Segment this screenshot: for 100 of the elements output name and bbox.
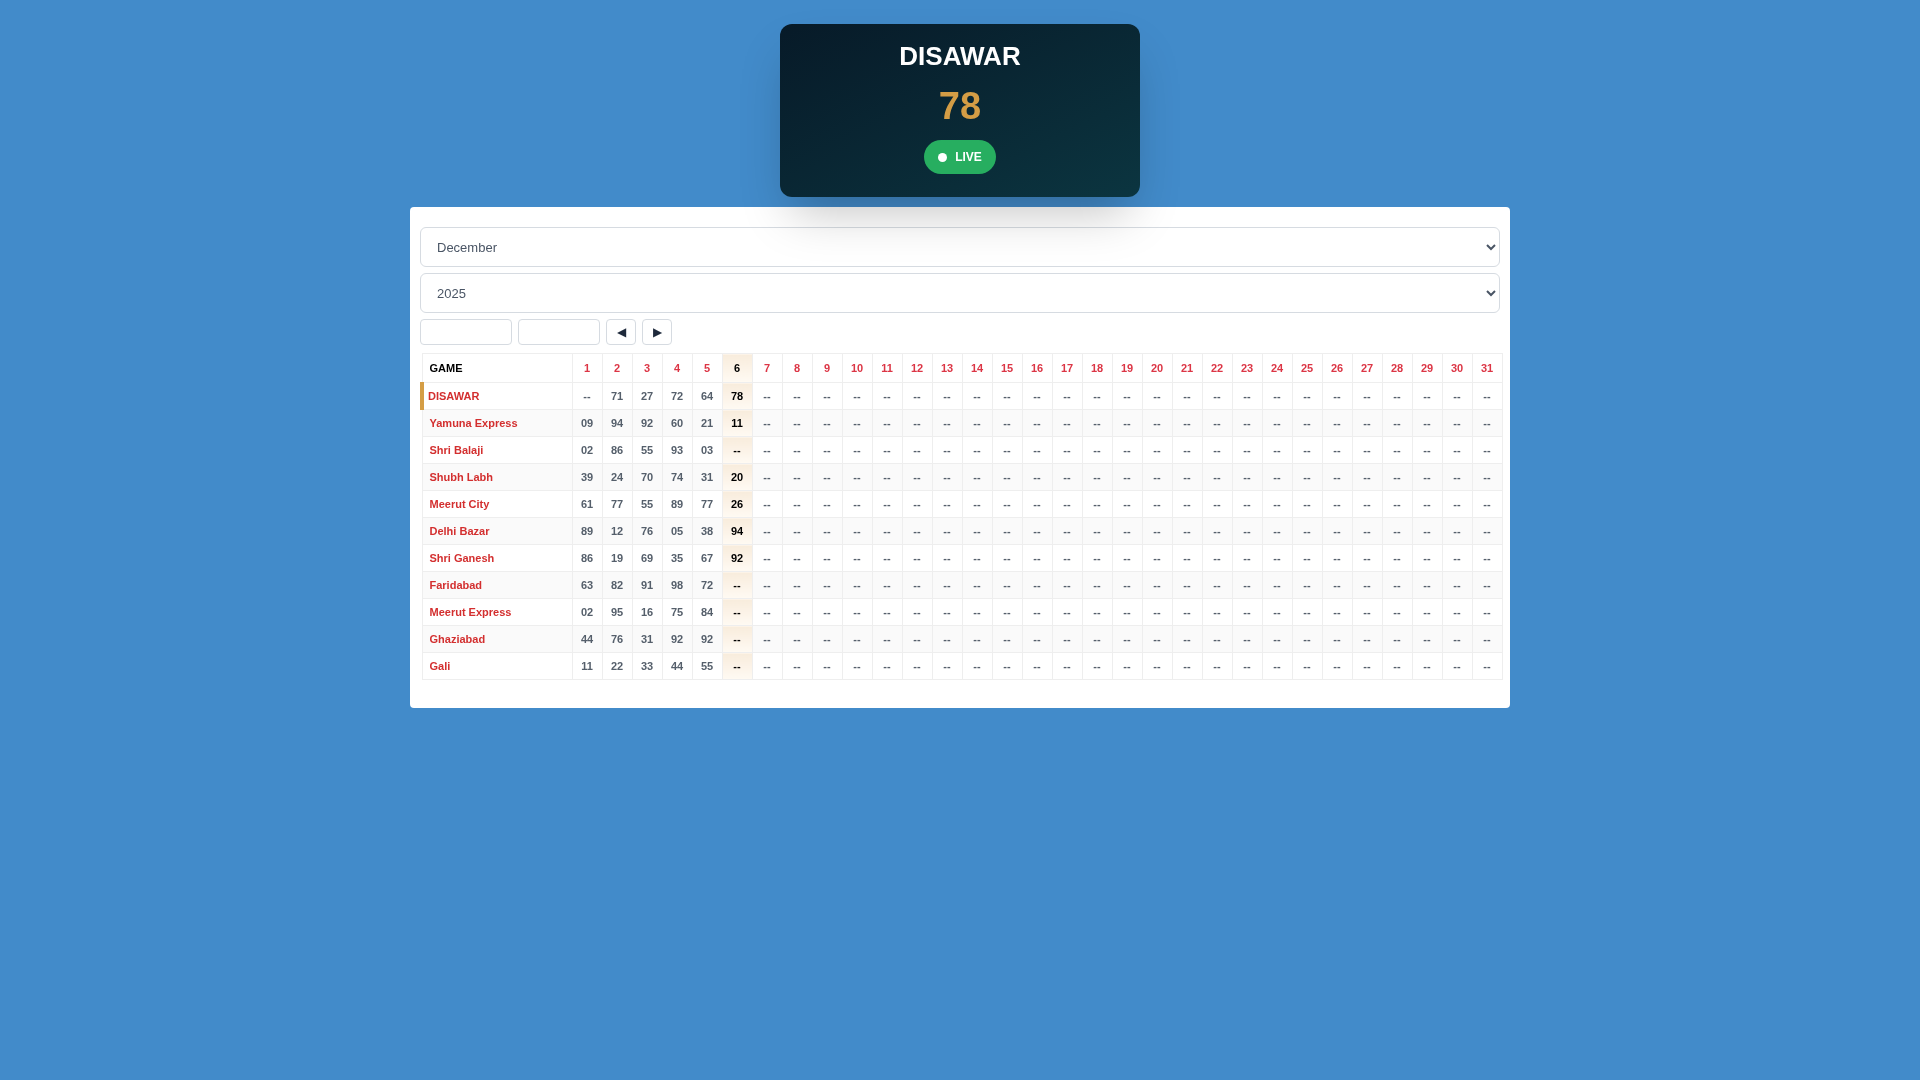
result-cell: -- [812, 598, 842, 626]
game-name: Shubh Labh [422, 463, 572, 491]
result-cell: 22 [602, 652, 632, 680]
result-cell: -- [992, 544, 1022, 572]
result-cell: -- [1112, 544, 1142, 572]
result-cell: -- [1292, 544, 1322, 572]
input-field[interactable] [420, 319, 512, 345]
result-cell: -- [1322, 544, 1352, 572]
result-cell: -- [1472, 625, 1502, 653]
result-cell: -- [1082, 544, 1112, 572]
result-cell: 92 [632, 409, 662, 437]
result-cell: -- [1172, 409, 1202, 437]
result-cell: 12 [602, 517, 632, 545]
result-cell: -- [1082, 625, 1112, 653]
result-cell: -- [1172, 463, 1202, 491]
result-cell: -- [1382, 409, 1412, 437]
result-cell: -- [1412, 625, 1442, 653]
result-cell: -- [1292, 436, 1322, 464]
result-cell: -- [1232, 382, 1262, 410]
result-cell: -- [1292, 517, 1322, 545]
day-header: 13 [932, 353, 962, 383]
result-cell: -- [1352, 598, 1382, 626]
result-cell: -- [872, 490, 902, 518]
result-cell: -- [752, 382, 782, 410]
result-cell: -- [752, 598, 782, 626]
result-cell: -- [992, 382, 1022, 410]
result-cell: -- [1172, 571, 1202, 599]
result-cell: 67 [692, 544, 722, 572]
result-cell: -- [842, 490, 872, 518]
result-cell: -- [1052, 463, 1082, 491]
result-cell: -- [1202, 571, 1232, 599]
result-cell: -- [932, 625, 962, 653]
game-name: Meerut City [422, 490, 572, 518]
result-cell: 55 [692, 652, 722, 680]
result-cell: 71 [602, 382, 632, 410]
result-cell: 76 [602, 625, 632, 653]
result-cell: 89 [572, 517, 602, 545]
result-cell: 63 [572, 571, 602, 599]
result-cell: 89 [662, 490, 692, 518]
result-cell: -- [962, 436, 992, 464]
day-header: 15 [992, 353, 1022, 383]
result-cell: -- [1472, 544, 1502, 572]
result-cell: -- [1412, 463, 1442, 491]
result-cell: -- [1322, 571, 1352, 599]
result-cell: -- [1352, 409, 1382, 437]
result-cell: -- [1472, 436, 1502, 464]
result-cell: -- [1142, 517, 1172, 545]
result-cell: -- [902, 463, 932, 491]
result-cell: -- [932, 652, 962, 680]
result-cell: -- [1322, 625, 1352, 653]
year-select[interactable]: 2025 [420, 273, 1500, 313]
result-cell: -- [1052, 598, 1082, 626]
result-cell: -- [1142, 571, 1172, 599]
result-cell: -- [1442, 436, 1472, 464]
result-cell: 24 [602, 463, 632, 491]
result-cell: 70 [632, 463, 662, 491]
result-cell: -- [842, 463, 872, 491]
result-cell: 69 [632, 544, 662, 572]
result-cell: -- [1412, 544, 1442, 572]
result-cell: -- [1352, 490, 1382, 518]
result-cell: -- [1112, 409, 1142, 437]
result-cell: -- [1082, 598, 1112, 626]
previous-button[interactable]: ◀ [606, 319, 636, 345]
result-cell: -- [1262, 544, 1292, 572]
result-cell: -- [812, 490, 842, 518]
result-cell: -- [1022, 382, 1052, 410]
result-cell: -- [1142, 463, 1172, 491]
day-header: 19 [1112, 353, 1142, 383]
result-cell: -- [1322, 463, 1352, 491]
result-cell: -- [842, 517, 872, 545]
month-select[interactable]: December [420, 227, 1500, 267]
result-cell: -- [1442, 625, 1472, 653]
result-cell: -- [1202, 544, 1232, 572]
day-header: 3 [632, 353, 662, 383]
result-cell: -- [1172, 598, 1202, 626]
result-cell: -- [1142, 382, 1172, 410]
result-cell: -- [1382, 436, 1412, 464]
result-cell: -- [1112, 436, 1142, 464]
result-cell: 19 [602, 544, 632, 572]
result-cell: 31 [632, 625, 662, 653]
result-cell: -- [872, 571, 902, 599]
day-header: 12 [902, 353, 932, 383]
result-cell: -- [1022, 571, 1052, 599]
result-cell: -- [1052, 382, 1082, 410]
result-cell: -- [1142, 625, 1172, 653]
result-cell: -- [1202, 598, 1232, 626]
day-header: 17 [1052, 353, 1082, 383]
result-cell: -- [1292, 571, 1322, 599]
input-field[interactable] [518, 319, 600, 345]
result-cell: -- [1382, 382, 1412, 410]
result-cell: -- [1142, 436, 1172, 464]
next-button[interactable]: ▶ [642, 319, 672, 345]
result-cell: -- [1382, 463, 1412, 491]
result-cell: -- [812, 382, 842, 410]
result-cell: -- [1082, 517, 1112, 545]
result-cell: -- [962, 625, 992, 653]
result-cell: -- [902, 652, 932, 680]
result-cell: -- [842, 625, 872, 653]
result-cell: -- [932, 382, 962, 410]
result-cell: -- [782, 598, 812, 626]
